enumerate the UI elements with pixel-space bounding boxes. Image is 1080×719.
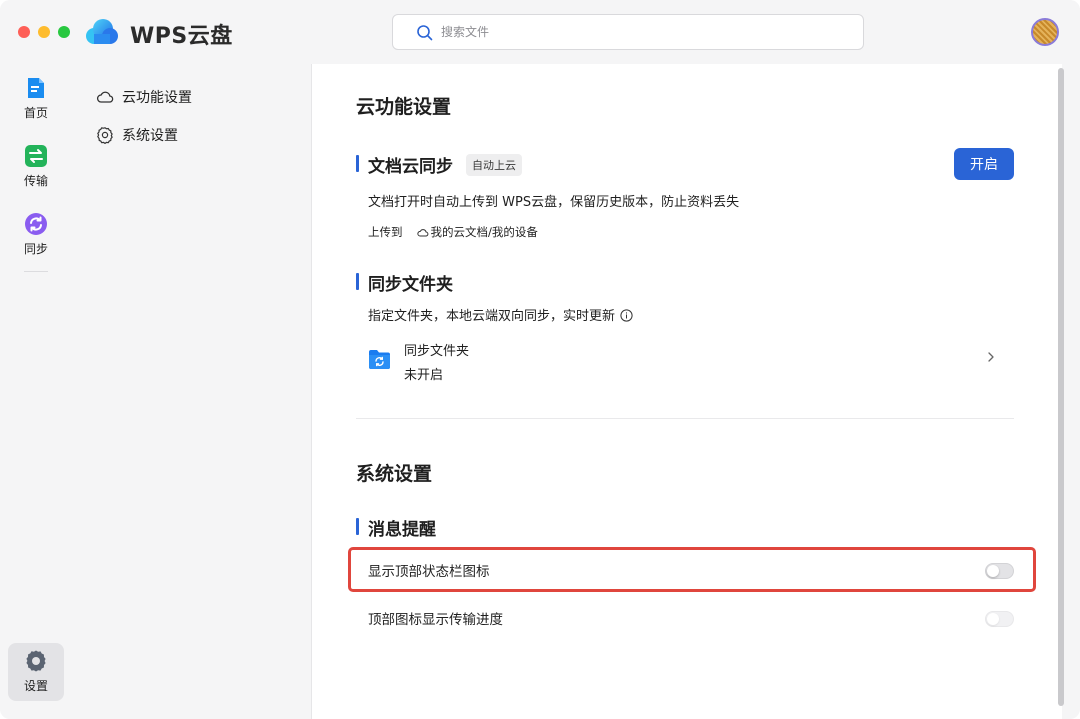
- sync-folder-status: 未开启: [404, 368, 444, 383]
- settings-nav-label: 云功能设置: [122, 90, 192, 106]
- cloud-logo-icon: [86, 19, 118, 44]
- notifications-title: 消息提醒: [356, 515, 436, 540]
- home-doc-icon: [28, 78, 44, 98]
- app-title: WPS云盘: [130, 24, 233, 49]
- toggle-row-status-bar-icon: 显示顶部状态栏图标: [368, 558, 1014, 582]
- rail-item-settings[interactable]: 设置: [8, 643, 64, 701]
- toggle-row-transfer-progress: 顶部图标显示传输进度: [368, 606, 1014, 630]
- rail-item-label: 首页: [23, 106, 48, 120]
- rail-item-transfer[interactable]: 传输: [8, 138, 64, 196]
- close-window-button[interactable]: [18, 26, 30, 38]
- cloud-icon: [96, 91, 114, 103]
- rail-divider: [24, 271, 48, 272]
- settings-nav: 云功能设置 系统设置: [72, 64, 312, 719]
- toggle-label: 顶部图标显示传输进度: [368, 612, 503, 628]
- chevron-right-icon: [988, 352, 994, 362]
- search-icon: [417, 25, 433, 41]
- doc-sync-title: 文档云同步: [356, 152, 453, 177]
- title-bar: WPS云盘: [0, 0, 1080, 64]
- cloud-icon: [416, 229, 428, 237]
- rail-item-label: 传输: [23, 174, 48, 188]
- sync-folder-row[interactable]: 同步文件夹 未开启: [368, 338, 1014, 384]
- search-input[interactable]: [441, 21, 841, 43]
- section-divider: [356, 418, 1014, 419]
- upload-to-label: 上传到: [368, 225, 403, 239]
- left-rail: 首页 传输 同步 设置: [0, 64, 72, 719]
- sync-folder-description-text: 指定文件夹，本地云端双向同步，实时更新: [368, 309, 616, 324]
- sync-folder-row-title: 同步文件夹: [404, 344, 470, 359]
- search-box[interactable]: [392, 14, 864, 50]
- scrollbar[interactable]: [1058, 68, 1064, 706]
- sync-folder-icon: [369, 350, 390, 369]
- transfer-icon: [25, 145, 47, 167]
- cloud-section-title: 云功能设置: [356, 96, 452, 118]
- upload-destination: 上传到 我的云文档/我的设备: [368, 224, 538, 240]
- toggle-knob: [987, 565, 999, 577]
- settings-nav-label: 系统设置: [122, 128, 178, 144]
- info-icon[interactable]: [620, 309, 633, 322]
- sync-folder-description: 指定文件夹，本地云端双向同步，实时更新: [368, 305, 633, 324]
- enable-doc-sync-button[interactable]: 开启: [954, 148, 1014, 180]
- auto-upload-badge: 自动上云: [466, 154, 522, 176]
- rail-item-label: 同步: [23, 242, 48, 256]
- status-bar-icon-toggle[interactable]: [985, 563, 1014, 579]
- avatar[interactable]: [1031, 18, 1059, 46]
- upload-path-link[interactable]: 我的云文档/我的设备: [431, 225, 538, 239]
- rail-item-sync[interactable]: 同步: [8, 206, 64, 264]
- rail-item-home[interactable]: 首页: [8, 70, 64, 128]
- transfer-progress-toggle[interactable]: [985, 611, 1014, 627]
- gear-icon: [26, 650, 46, 672]
- settings-nav-cloud[interactable]: 云功能设置: [96, 86, 192, 108]
- doc-sync-description: 文档打开时自动上传到 WPS云盘，保留历史版本，防止资料丢失: [368, 195, 740, 210]
- zoom-window-button[interactable]: [58, 26, 70, 38]
- toggle-knob: [987, 613, 999, 625]
- sync-folder-title: 同步文件夹: [356, 270, 453, 295]
- minimize-window-button[interactable]: [38, 26, 50, 38]
- settings-nav-system[interactable]: 系统设置: [96, 124, 178, 146]
- gear-icon: [97, 127, 113, 144]
- system-section-title: 系统设置: [356, 463, 433, 485]
- sync-icon: [25, 213, 47, 235]
- rail-item-label: 设置: [23, 679, 48, 693]
- toggle-label: 显示顶部状态栏图标: [368, 564, 490, 580]
- app-window: WPS云盘 首页 传输: [0, 0, 1080, 719]
